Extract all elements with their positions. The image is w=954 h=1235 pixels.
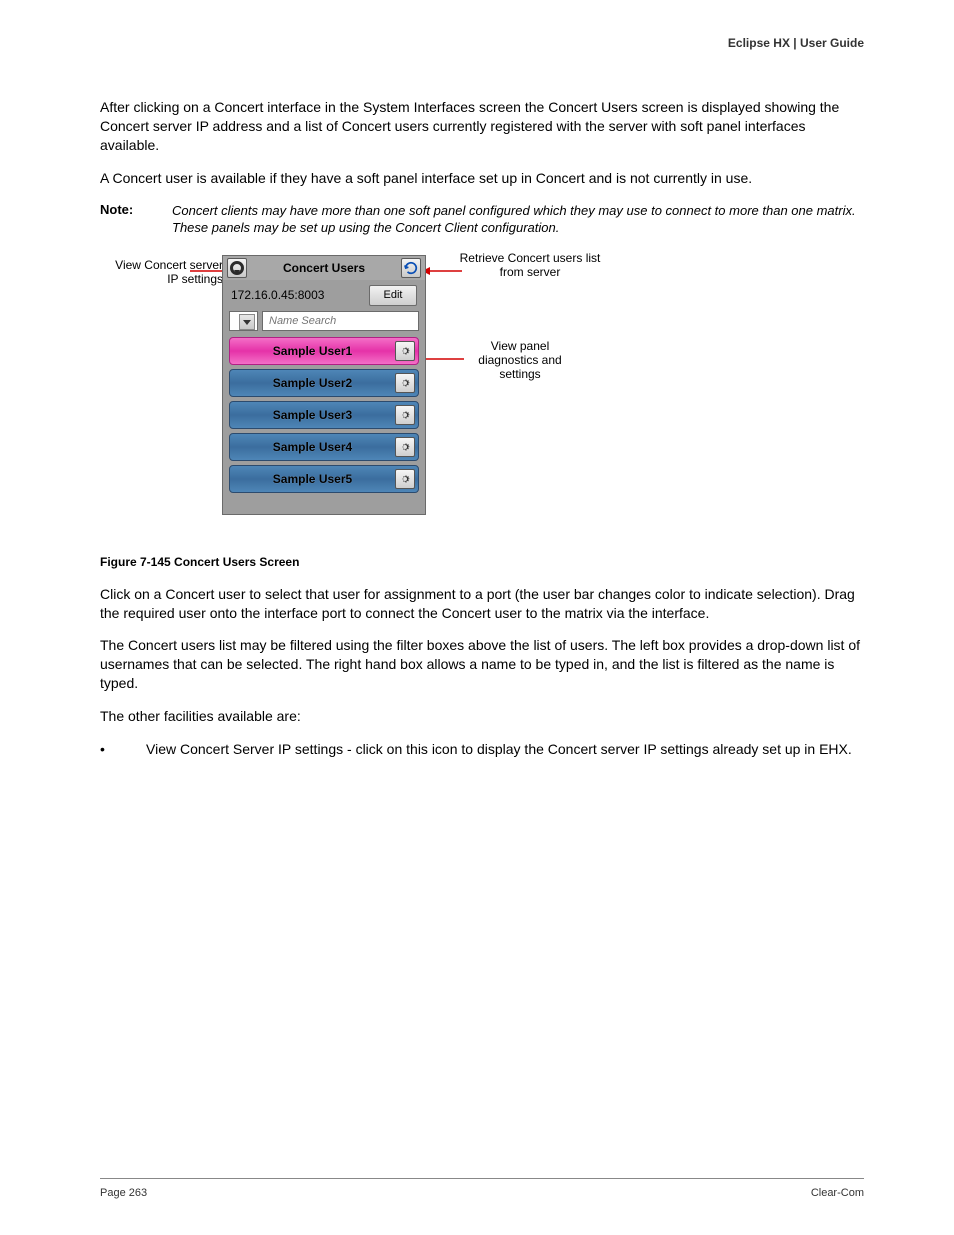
user-settings-button[interactable] <box>395 437 415 457</box>
body-paragraph-4: Click on a Concert user to select that u… <box>100 585 864 623</box>
refresh-users-button[interactable] <box>401 258 421 278</box>
body-paragraph-2: A Concert user is available if they have… <box>100 169 864 188</box>
page-header: Eclipse HX | User Guide <box>728 36 864 50</box>
gear-icon <box>399 409 411 421</box>
note-label: Note: <box>100 202 144 217</box>
figure-caption: Figure 7-145 Concert Users Screen <box>100 555 864 569</box>
user-row[interactable]: Sample User2 <box>229 369 419 397</box>
bullet-item-1: • View Concert Server IP settings - clic… <box>100 740 864 759</box>
gear-icon <box>399 441 411 453</box>
server-ip-info-button[interactable] <box>227 258 247 278</box>
arrow-r1 <box>422 265 462 277</box>
body-paragraph-5: The Concert users list may be filtered u… <box>100 636 864 693</box>
user-name: Sample User3 <box>230 408 395 422</box>
search-row <box>223 311 425 337</box>
info-icon <box>230 261 244 275</box>
note-block: Note: Concert clients may have more than… <box>100 202 864 237</box>
user-row[interactable]: Sample User5 <box>229 465 419 493</box>
user-row-selected[interactable]: Sample User1 <box>229 337 419 365</box>
user-name: Sample User2 <box>230 376 395 390</box>
bullet-text: View Concert Server IP settings - click … <box>146 740 852 759</box>
callout-retrieve-users: Retrieve Concert users list from server <box>455 251 605 280</box>
user-settings-button[interactable] <box>395 405 415 425</box>
refresh-icon <box>404 261 418 275</box>
user-list: Sample User1 Sample User2 Sample User3 <box>223 337 425 493</box>
server-address-row: 172.16.0.45:8003 Edit <box>223 280 425 311</box>
header-line1: Eclipse HX | User Guide <box>728 36 864 50</box>
user-row[interactable]: Sample User4 <box>229 433 419 461</box>
name-search-input[interactable] <box>262 311 419 331</box>
user-name: Sample User5 <box>230 472 395 486</box>
panel-header: Concert Users <box>223 256 425 280</box>
body-paragraph-1: After clicking on a Concert interface in… <box>100 98 864 155</box>
bullet-marker: • <box>100 740 146 759</box>
user-row[interactable]: Sample User3 <box>229 401 419 429</box>
page-footer: Page 263 Clear-Com <box>100 1178 864 1199</box>
gear-icon <box>399 473 411 485</box>
figure-concert-users: View Concert server IP settings Retrieve… <box>100 251 870 541</box>
user-name: Sample User1 <box>230 344 395 358</box>
note-text: Concert clients may have more than one s… <box>172 202 864 237</box>
panel-title: Concert Users <box>247 261 401 275</box>
user-filter-dropdown[interactable] <box>229 311 258 331</box>
edit-button[interactable]: Edit <box>369 285 417 306</box>
concert-users-panel: Concert Users 172.16.0.45:8003 Edit Sam <box>222 255 426 515</box>
user-settings-button[interactable] <box>395 341 415 361</box>
callout-view-diagnostics: View panel diagnostics and settings <box>460 339 580 382</box>
body-paragraph-6: The other facilities available are: <box>100 707 864 726</box>
user-settings-button[interactable] <box>395 373 415 393</box>
gear-icon <box>399 345 411 357</box>
user-settings-button[interactable] <box>395 469 415 489</box>
footer-right: Clear-Com <box>811 1187 864 1199</box>
server-address: 172.16.0.45:8003 <box>231 288 369 302</box>
user-name: Sample User4 <box>230 440 395 454</box>
footer-left: Page 263 <box>100 1187 147 1199</box>
gear-icon <box>399 377 411 389</box>
